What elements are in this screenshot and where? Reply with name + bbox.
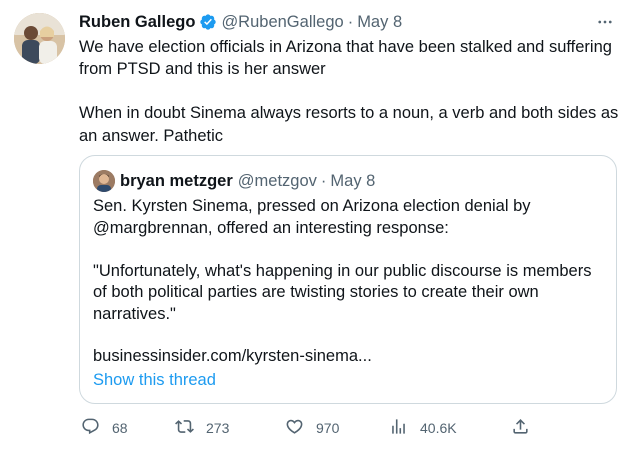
- heart-icon: [285, 417, 304, 439]
- reply-button[interactable]: 68: [81, 417, 128, 439]
- share-button[interactable]: [511, 417, 530, 439]
- retweet-icon: [175, 417, 194, 439]
- tweet-paragraph: When in doubt Sinema always resorts to a…: [79, 104, 619, 145]
- reply-icon: [81, 417, 100, 439]
- quoted-avatar: [93, 170, 115, 192]
- quoted-author-handle[interactable]: @metzgov: [238, 172, 317, 191]
- like-count: 970: [316, 420, 340, 436]
- quoted-link[interactable]: businessinsider.com/kyrsten-sinema...: [93, 347, 372, 366]
- retweet-count: 273: [206, 420, 230, 436]
- quoted-author-name[interactable]: bryan metzger: [120, 172, 233, 191]
- share-icon: [511, 417, 530, 439]
- tweet-paragraph: We have election officials in Arizona th…: [79, 38, 612, 79]
- retweet-button[interactable]: 273: [175, 417, 229, 439]
- show-thread-link[interactable]: Show this thread: [93, 371, 216, 390]
- tweet-header: Ruben Gallego @RubenGallego · May 8: [79, 11, 620, 33]
- avatar[interactable]: [14, 13, 65, 64]
- like-button[interactable]: 970: [285, 417, 339, 439]
- reply-count: 68: [112, 420, 128, 436]
- author-handle[interactable]: @RubenGallego: [221, 13, 343, 32]
- quoted-tweet[interactable]: bryan metzger @metzgov · May 8 Sen. Kyrs…: [79, 155, 617, 404]
- quoted-tweet-date[interactable]: May 8: [330, 172, 375, 191]
- views-button[interactable]: 40.6K: [389, 417, 457, 439]
- tweet-text: We have election officials in Arizona th…: [79, 36, 619, 147]
- separator-dot: ·: [320, 171, 327, 190]
- separator-dot: ·: [347, 12, 354, 31]
- action-bar: 68 273 970 40.6K: [79, 417, 539, 439]
- views-icon: [389, 417, 408, 439]
- quoted-tweet-header: bryan metzger @metzgov · May 8: [93, 170, 375, 192]
- tweet: Ruben Gallego @RubenGallego · May 8 We h…: [0, 0, 634, 451]
- tweet-date[interactable]: May 8: [357, 13, 402, 32]
- quoted-paragraph: Sen. Kyrsten Sinema, pressed on Arizona …: [93, 197, 531, 237]
- views-count: 40.6K: [420, 420, 457, 436]
- verified-badge-icon: [199, 13, 217, 31]
- quoted-paragraph: "Unfortunately, what's happening in our …: [93, 261, 592, 323]
- quoted-tweet-text: Sen. Kyrsten Sinema, pressed on Arizona …: [93, 196, 608, 326]
- author-name[interactable]: Ruben Gallego: [79, 13, 195, 32]
- more-options-icon[interactable]: [594, 11, 616, 33]
